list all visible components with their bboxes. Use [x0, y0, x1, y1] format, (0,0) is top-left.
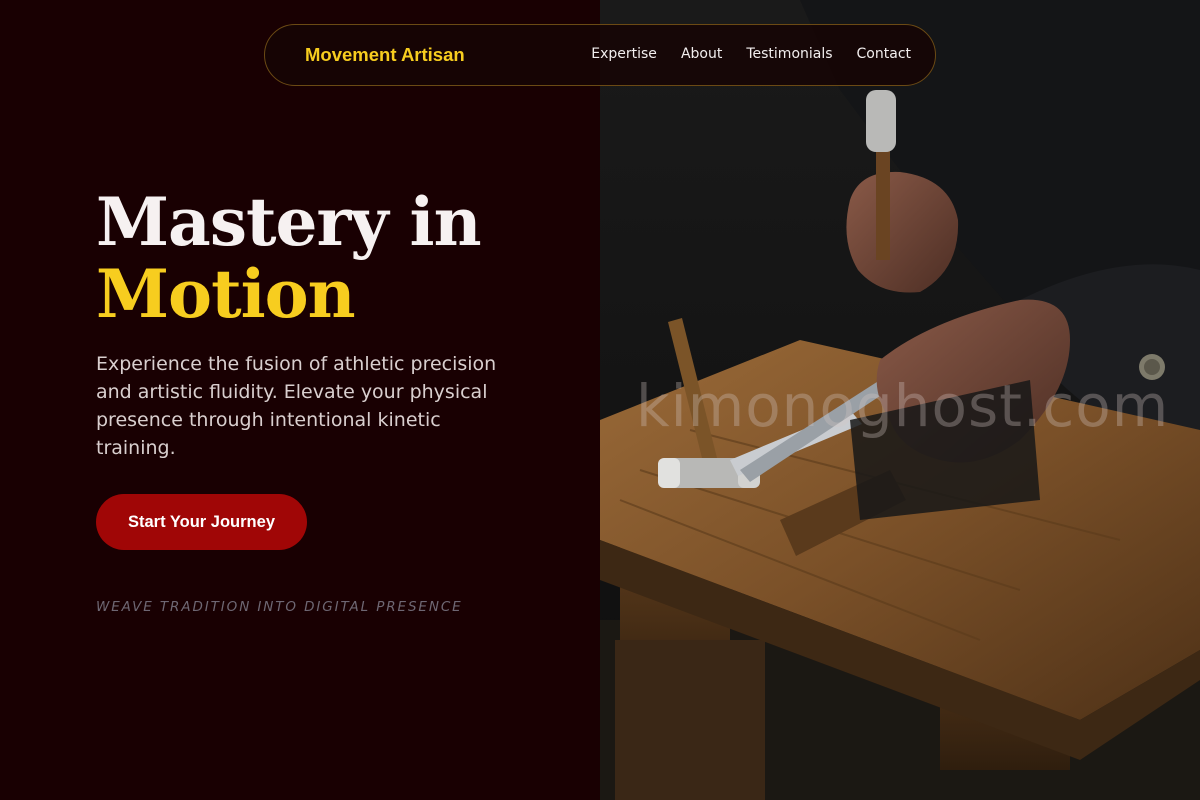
nav-link-expertise[interactable]: Expertise: [591, 46, 657, 62]
brand-logo[interactable]: Movement Artisan: [305, 44, 465, 66]
nav-links: Expertise About Testimonials Contact: [591, 46, 911, 62]
navbar: Movement Artisan Expertise About Testimo…: [264, 24, 936, 86]
hero-description: Experience the fusion of athletic precis…: [96, 353, 497, 459]
nav-link-contact[interactable]: Contact: [857, 46, 911, 62]
start-journey-button[interactable]: Start Your Journey: [96, 494, 307, 550]
nav-link-testimonials[interactable]: Testimonials: [746, 46, 832, 62]
nav-link-about[interactable]: About: [681, 46, 722, 62]
craftsman-photo: kimonoghost.com: [600, 0, 1200, 800]
hero-title-accent: Motion: [96, 255, 356, 333]
hero-title: Mastery in: [96, 183, 482, 261]
watermark-text: kimonoghost.com: [636, 372, 1170, 440]
hero-tagline: WEAVE TRADITION INTO DIGITAL PRESENCE: [96, 599, 463, 615]
